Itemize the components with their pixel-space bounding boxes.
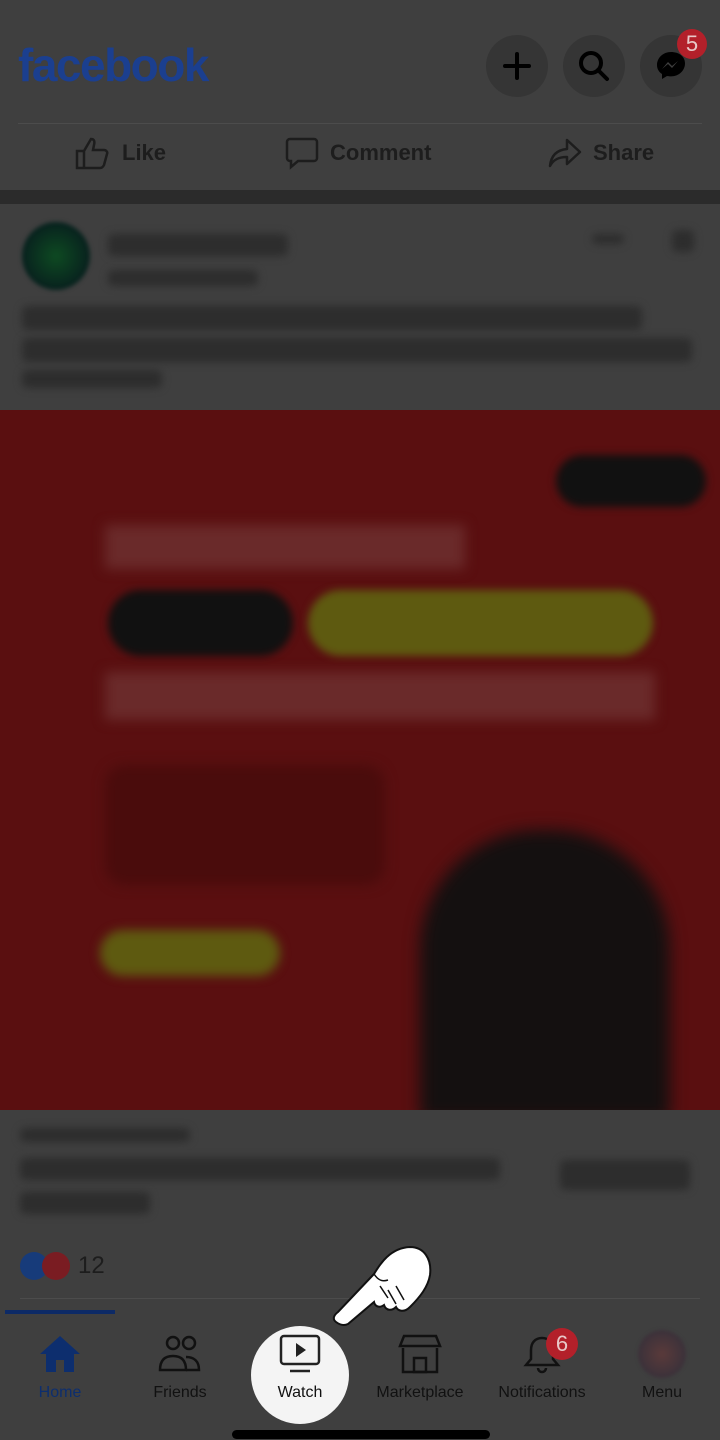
image-person <box>420 830 670 1110</box>
sponsored-label <box>108 270 258 286</box>
post-text <box>22 338 692 362</box>
plus-icon <box>503 52 531 80</box>
tab-notifications[interactable]: Notifications <box>482 1334 602 1402</box>
page-avatar[interactable] <box>22 222 90 290</box>
tab-marketplace[interactable]: Marketplace <box>360 1334 480 1402</box>
tab-label: Menu <box>641 1384 683 1401</box>
comment-icon <box>285 137 319 170</box>
messenger-badge: 5 <box>677 29 707 59</box>
watch-icon <box>279 1334 321 1373</box>
marketplace-icon <box>398 1334 442 1374</box>
like-label: Like <box>122 140 167 165</box>
post-image[interactable] <box>0 410 720 1110</box>
tab-label: Friends <box>153 1384 207 1401</box>
love-reaction-icon <box>42 1252 70 1280</box>
image-logo <box>556 455 706 507</box>
reaction-count: 12 <box>78 1252 105 1279</box>
comment-label: Comment <box>330 140 432 165</box>
link-domain <box>20 1128 190 1142</box>
search-button[interactable] <box>563 35 625 97</box>
apply-now-button[interactable] <box>560 1160 690 1190</box>
home-icon <box>40 1336 80 1372</box>
more-options-icon[interactable] <box>592 234 624 244</box>
image-headline <box>105 525 465 569</box>
thumbs-up-icon <box>75 137 109 170</box>
feed-separator <box>0 190 720 204</box>
share-icon <box>548 138 582 168</box>
search-icon <box>579 51 609 81</box>
create-button[interactable] <box>486 35 548 97</box>
tab-label: Watch <box>277 1384 323 1401</box>
post-text <box>22 306 642 330</box>
pointing-hand-icon <box>332 1245 432 1327</box>
tab-label: Home <box>38 1384 82 1401</box>
active-tab-indicator <box>5 1310 115 1314</box>
avatar <box>638 1330 686 1378</box>
image-pill <box>308 590 653 656</box>
tab-menu[interactable]: Menu <box>602 1330 720 1402</box>
image-info-box <box>105 765 385 885</box>
friends-icon <box>158 1335 201 1372</box>
tab-friends[interactable]: Friends <box>120 1334 240 1402</box>
image-cta <box>100 930 280 976</box>
tab-watch[interactable]: Watch <box>240 1334 360 1402</box>
notifications-badge: 6 <box>546 1328 578 1360</box>
comment-button[interactable]: Comment <box>284 135 431 171</box>
tab-label: Notifications <box>498 1384 586 1401</box>
page-name[interactable] <box>108 234 288 256</box>
close-icon[interactable] <box>672 230 694 252</box>
facebook-logo[interactable]: facebook <box>18 38 209 92</box>
divider <box>18 123 702 124</box>
link-title <box>20 1192 150 1214</box>
link-title <box>20 1158 500 1180</box>
like-button[interactable]: Like <box>74 135 166 171</box>
reactions-summary[interactable]: 12 <box>20 1252 105 1280</box>
share-label: Share <box>593 140 655 165</box>
image-pill <box>108 590 293 656</box>
see-more-link[interactable] <box>22 370 162 388</box>
tab-home[interactable]: Home <box>0 1334 120 1402</box>
share-button[interactable]: Share <box>547 135 654 171</box>
image-headline <box>105 672 655 720</box>
home-indicator <box>232 1430 490 1439</box>
tab-label: Marketplace <box>376 1384 464 1401</box>
